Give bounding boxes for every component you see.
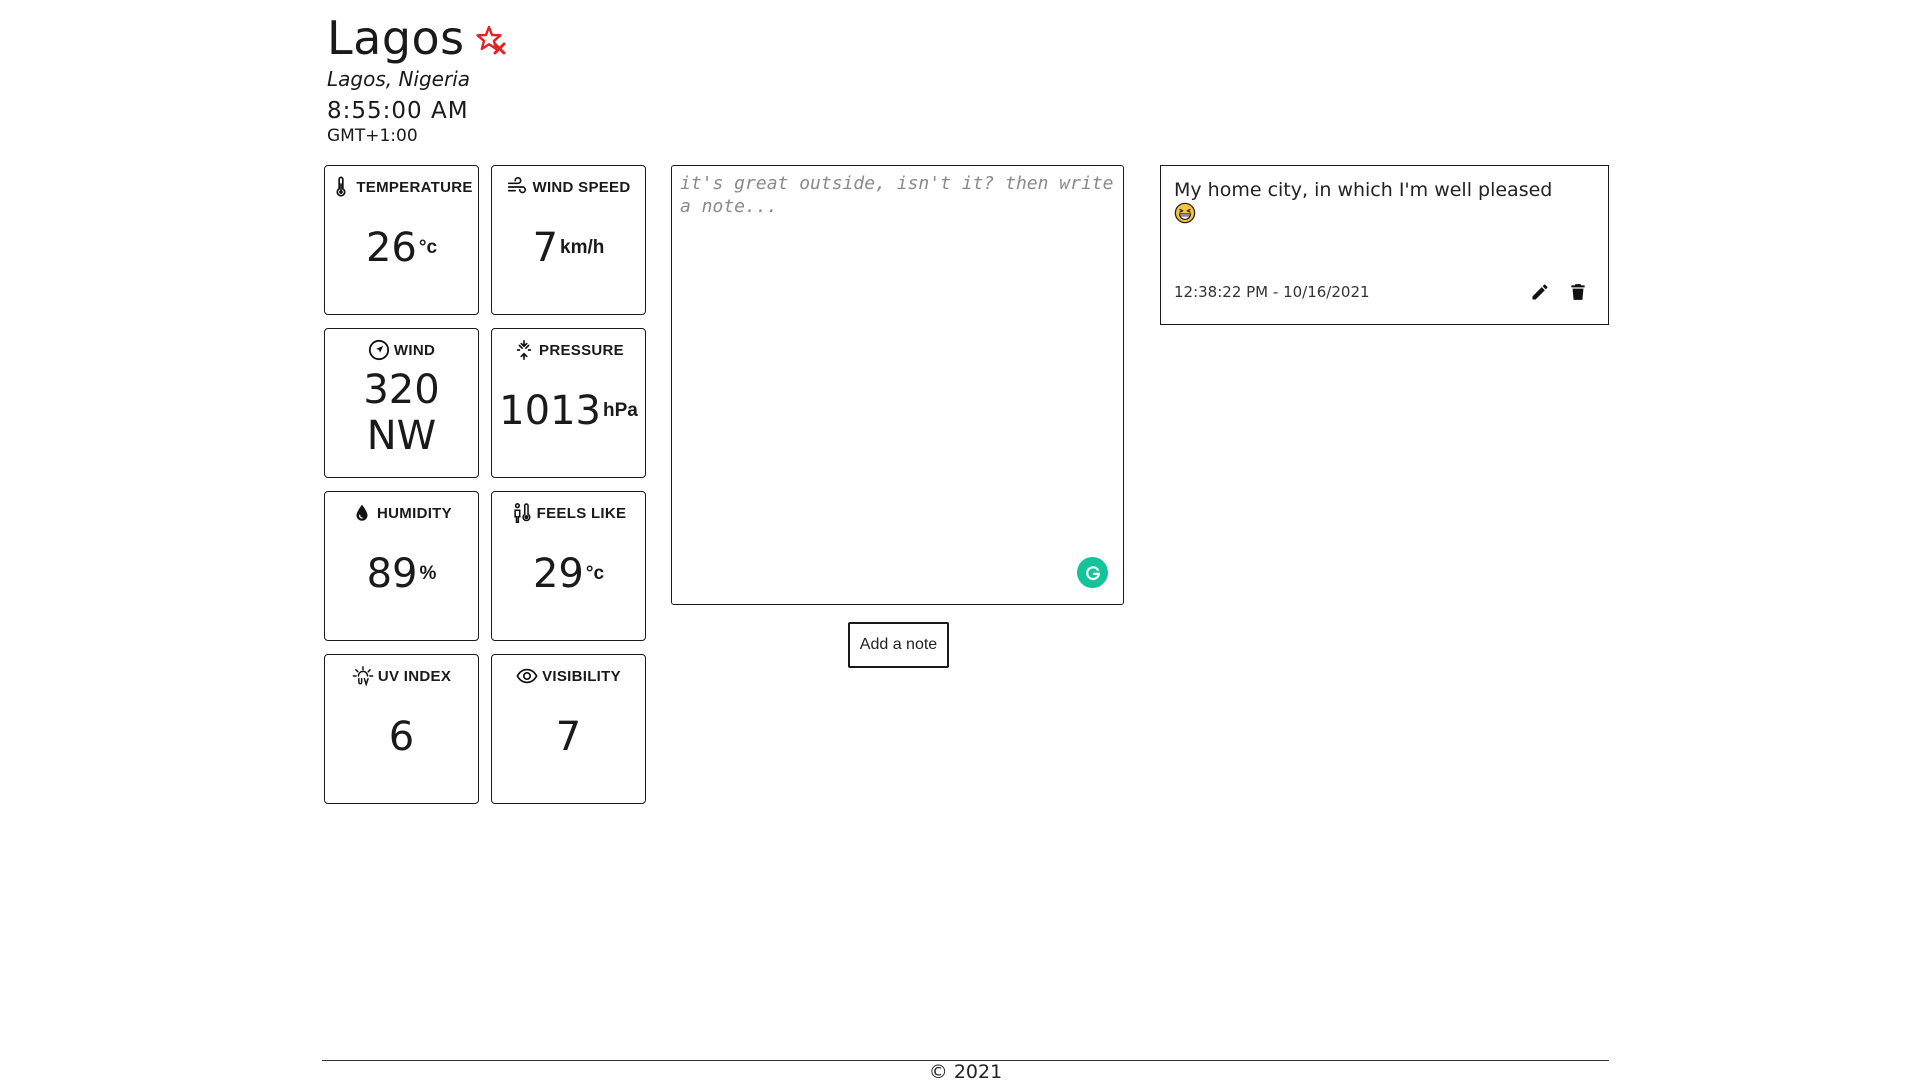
card-label: VISIBILITY: [542, 667, 621, 685]
humidity-card: HUMIDITY 89%: [324, 491, 479, 641]
card-header: WIND: [368, 337, 435, 363]
grinning-squinting-face-icon: [1174, 202, 1196, 224]
card-label: HUMIDITY: [377, 504, 452, 522]
city-location: Lagos, Nigeria: [327, 67, 471, 91]
card-body: 320 NW: [363, 363, 439, 477]
card-header: PRESSURE: [513, 337, 624, 363]
card-body: 6: [389, 689, 414, 803]
saved-note-text: My home city, in which I'm well pleased: [1174, 179, 1553, 201]
feels-like-value: 29: [532, 551, 584, 597]
card-body: 29 °c: [533, 526, 604, 640]
local-time: 8:55:00 AM: [327, 98, 469, 124]
feels-like-icon: [511, 502, 533, 524]
visibility-value: 7: [555, 714, 582, 760]
card-label: WIND: [393, 341, 436, 359]
card-label: TEMPERATURE: [356, 178, 473, 196]
pressure-icon: [513, 339, 535, 361]
temperature-value: 26: [365, 225, 417, 271]
card-label: UV INDEX: [377, 667, 452, 685]
card-label: PRESSURE: [539, 341, 624, 359]
visibility-card: VISIBILITY 7: [491, 654, 646, 804]
pressure-value: 1013: [499, 388, 601, 434]
add-note-button[interactable]: Add a note: [848, 622, 949, 668]
note-editor: [671, 165, 1124, 605]
wind-direction-card: WIND 320 NW: [324, 328, 479, 478]
card-body: 7: [556, 689, 581, 803]
card-header: WIND SPEED: [506, 174, 630, 200]
city-name: Lagos: [327, 11, 465, 65]
card-header: TEMPERATURE: [330, 174, 472, 200]
card-body: 1013 hPa: [499, 363, 638, 477]
city-header: Lagos Lagos, Nigeria 8:55:00 AM GMT+1:00: [327, 12, 507, 146]
uv-sun-icon: [352, 665, 374, 687]
card-header: UV INDEX: [352, 663, 451, 689]
wind-speed-unit: km/h: [560, 237, 605, 258]
card-label: FEELS LIKE: [536, 504, 627, 522]
humidity-value: 89: [366, 551, 418, 597]
delete-trash-icon[interactable]: [1568, 282, 1588, 302]
weather-stats-grid: TEMPERATURE 26 °c WIND SPEED 7 km/h WIND…: [324, 165, 646, 804]
weather-page: Lagos Lagos, Nigeria 8:55:00 AM GMT+1:00…: [0, 0, 1920, 1080]
note-actions: [1530, 282, 1588, 302]
uv-index-value: 6: [388, 714, 415, 760]
saved-note-content: My home city, in which I'm well pleased: [1174, 178, 1595, 226]
wind-speed-value: 7: [532, 225, 559, 271]
card-label: WIND SPEED: [532, 178, 631, 196]
saved-note-footer: 12:38:22 PM - 10/16/2021: [1174, 282, 1588, 302]
saved-note-timestamp: 12:38:22 PM - 10/16/2021: [1174, 283, 1370, 301]
uv-index-card: UV INDEX 6: [324, 654, 479, 804]
card-body: 89%: [367, 526, 437, 640]
temperature-card: TEMPERATURE 26 °c: [324, 165, 479, 315]
wind-direction-value: NW: [366, 413, 437, 459]
humidity-unit: %: [419, 563, 437, 584]
card-header: VISIBILITY: [516, 663, 621, 689]
feels-like-card: FEELS LIKE 29 °c: [491, 491, 646, 641]
city-title-row: Lagos: [327, 12, 507, 64]
edit-pencil-icon[interactable]: [1530, 282, 1550, 302]
thermometer-icon: [330, 176, 352, 198]
pressure-unit: hPa: [602, 400, 638, 421]
temperature-unit: °c: [418, 237, 438, 258]
card-body: 26 °c: [366, 200, 437, 314]
card-header: FEELS LIKE: [511, 500, 627, 526]
droplet-icon: [351, 502, 373, 524]
timezone: GMT+1:00: [327, 126, 418, 146]
wind-speed-card: WIND SPEED 7 km/h: [491, 165, 646, 315]
pressure-card: PRESSURE 1013 hPa: [491, 328, 646, 478]
card-header: HUMIDITY: [351, 500, 452, 526]
card-body: 7 km/h: [533, 200, 605, 314]
compass-icon: [368, 339, 390, 361]
wind-degrees-value: 320: [363, 367, 440, 413]
feels-like-unit: °c: [585, 563, 605, 584]
wind-icon: [506, 176, 528, 198]
saved-note-card: My home city, in which I'm well pleased …: [1160, 165, 1609, 325]
eye-icon: [516, 665, 538, 687]
star-remove-icon[interactable]: [475, 24, 507, 56]
footer-copyright: © 2021: [928, 1061, 1003, 1080]
note-input[interactable]: [672, 166, 1123, 604]
grammar-assistant-icon[interactable]: [1077, 557, 1108, 588]
